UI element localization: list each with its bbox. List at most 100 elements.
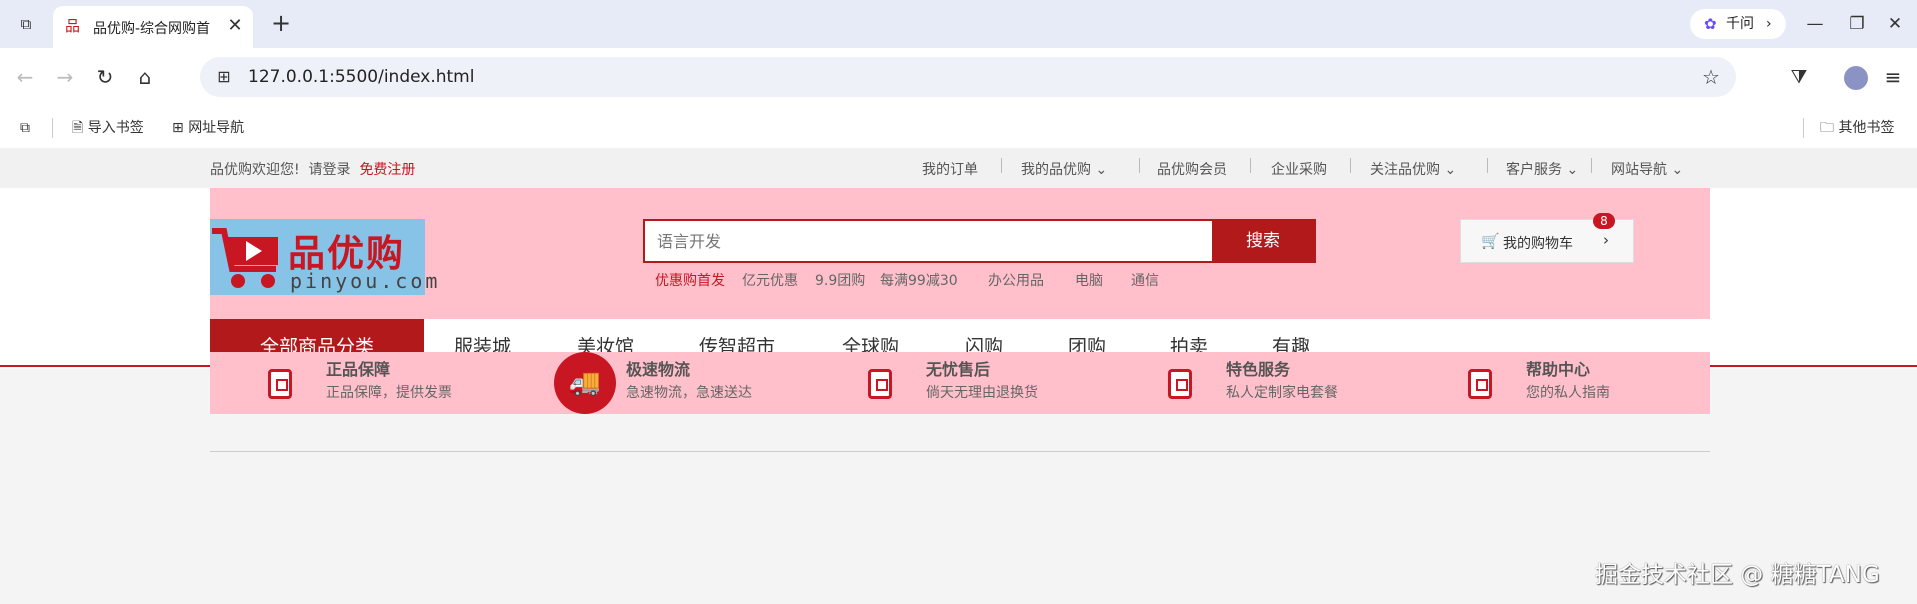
tab-title: 品优购-综合网购首 xyxy=(93,21,211,37)
service-desc: 您的私人指南 xyxy=(1526,385,1610,401)
search-box: 搜索 xyxy=(643,219,1316,263)
service-item[interactable]: 🚚 极速物流 急速物流，急速送达 xyxy=(510,352,810,414)
cart-icon: 🛒 xyxy=(1481,232,1500,250)
chevron-down-icon: ⌄ xyxy=(1095,162,1108,178)
bookmark-other[interactable]: 🗀 其他书签 xyxy=(1820,118,1894,138)
assistant-icon: ✿ xyxy=(1704,15,1717,33)
service-title: 极速物流 xyxy=(626,360,691,379)
assistant-button[interactable]: ✿ 千问 › xyxy=(1690,9,1786,39)
search-input[interactable] xyxy=(645,221,1212,261)
shortcut-site-nav-label: 网站导航 xyxy=(1611,162,1667,178)
tab-close-icon[interactable]: ✕ xyxy=(225,15,245,37)
hotword[interactable]: 优惠购首发 xyxy=(655,270,725,290)
bookmarks-bar: ⧉ 🗎 导入书签 ⊞ 网址导航 🗀 其他书签 xyxy=(0,106,1917,148)
shortcut-separator xyxy=(1001,158,1002,173)
search-button[interactable]: 搜索 xyxy=(1212,221,1314,261)
cart-count-badge: 8 xyxy=(1593,213,1615,229)
profile-avatar[interactable] xyxy=(1844,66,1868,90)
shortcut-enterprise[interactable]: 企业采购 xyxy=(1271,159,1327,179)
help-center-icon xyxy=(1468,369,1492,399)
minimize-button[interactable]: — xyxy=(1800,10,1830,38)
shortcut-separator xyxy=(1250,158,1251,173)
restore-button[interactable]: ❐ xyxy=(1842,10,1872,38)
bookmark-import-label: 导入书签 xyxy=(87,120,144,136)
grid-icon: ⊞ xyxy=(172,120,184,136)
site-header: 品优购 pinyou.com 搜索 优惠购首发 亿元优惠 9.9团购 每满99减… xyxy=(210,188,1710,319)
service-desc: 正品保障，提供发票 xyxy=(326,385,452,401)
bookmark-nav[interactable]: ⊞ 网址导航 xyxy=(172,118,244,138)
hotword[interactable]: 9.9团购 xyxy=(815,270,865,290)
shortcut-customer-service-label: 客户服务 xyxy=(1506,162,1562,178)
bookmark-star-icon[interactable]: ☆ xyxy=(1698,64,1724,90)
shopping-cart-button[interactable]: 🛒 我的购物车 › 8 xyxy=(1460,213,1634,263)
delivery-truck-icon: 🚚 xyxy=(554,352,616,414)
service-item[interactable]: 特色服务 私人定制家电套餐 xyxy=(1110,352,1410,414)
register-link[interactable]: 免费注册 xyxy=(359,162,415,178)
site-info-icon[interactable]: ⊞ xyxy=(212,65,236,89)
welcome-text: 品优购欢迎您! xyxy=(210,162,300,178)
hotword[interactable]: 通信 xyxy=(1131,270,1159,290)
shortcut-my-orders[interactable]: 我的订单 xyxy=(922,159,978,179)
watermark: 掘金技术社区 @ 糖糖TANG xyxy=(1595,562,1880,588)
close-window-button[interactable]: ✕ xyxy=(1880,10,1910,38)
browser-tab-bar: ⧉ 品 品优购-综合网购首 ✕ + ✿ 千问 › — ❐ ✕ xyxy=(0,0,1917,48)
service-bar: 正品保障 正品保障，提供发票 🚚 极速物流 急速物流，急速送达 无忧售后 倘天无… xyxy=(210,352,1710,414)
shortcut-separator xyxy=(1139,158,1140,173)
service-item[interactable]: 正品保障 正品保障，提供发票 xyxy=(210,352,510,414)
hotword[interactable]: 每满99减30 xyxy=(880,270,958,290)
logo-domain: pinyou.com xyxy=(290,269,441,293)
shortcut-site-nav[interactable]: 网站导航 ⌄ xyxy=(1611,159,1683,179)
login-link[interactable]: 请登录 xyxy=(309,162,351,178)
cart-label: 我的购物车 xyxy=(1503,236,1573,252)
service-desc: 倘天无理由退换货 xyxy=(926,385,1038,401)
tab-groups-icon[interactable]: ⧉ xyxy=(20,118,30,138)
after-sales-icon xyxy=(868,369,892,399)
reload-icon[interactable]: ↻ xyxy=(90,62,120,92)
assistant-label: 千问 xyxy=(1726,16,1754,32)
shortcut-my-pinyougou[interactable]: 我的品优购 ⌄ xyxy=(1021,159,1107,179)
tab-search-icon[interactable]: ⧉ xyxy=(12,12,40,36)
chevron-down-icon: ⌄ xyxy=(1444,162,1457,178)
shortcut-separator xyxy=(1350,158,1351,173)
forward-arrow-icon[interactable]: → xyxy=(50,62,80,92)
service-title: 无忧售后 xyxy=(926,360,991,379)
menu-icon[interactable]: ≡ xyxy=(1878,62,1908,92)
shortcut-membership[interactable]: 品优购会员 xyxy=(1157,159,1227,179)
address-field[interactable]: ⊞ 127.0.0.1:5500/index.html ☆ xyxy=(200,57,1736,97)
back-arrow-icon[interactable]: ← xyxy=(10,62,40,92)
service-item[interactable]: 无忧售后 倘天无理由退换货 xyxy=(810,352,1110,414)
home-icon[interactable]: ⌂ xyxy=(130,62,160,92)
chevron-right-icon: › xyxy=(1766,16,1772,32)
chevron-down-icon: ⌄ xyxy=(1566,162,1579,178)
shortcut-follow-label: 关注品优购 xyxy=(1370,162,1440,178)
cart-logo-icon xyxy=(212,228,278,288)
chevron-down-icon: ⌄ xyxy=(1671,162,1684,178)
chevron-right-icon: › xyxy=(1603,231,1609,249)
shortcut-separator xyxy=(1591,158,1592,173)
new-tab-button[interactable]: + xyxy=(268,10,294,36)
service-title: 正品保障 xyxy=(326,360,391,379)
shortcut-separator xyxy=(1487,158,1488,173)
web-page: 品优购欢迎您! 请登录 免费注册 我的订单 我的品优购 ⌄ 品优购会员 企业采购… xyxy=(0,148,1917,604)
service-item[interactable]: 帮助中心 您的私人指南 xyxy=(1410,352,1710,414)
hotword[interactable]: 亿元优惠 xyxy=(742,270,798,290)
tab-favicon-icon: 品 xyxy=(65,17,81,35)
bookmark-import[interactable]: 🗎 导入书签 xyxy=(72,118,144,138)
bookmark-nav-label: 网址导航 xyxy=(188,120,245,136)
welcome-area: 品优购欢迎您! 请登录 免费注册 xyxy=(210,159,415,179)
browser-tab[interactable]: 品 品优购-综合网购首 ✕ xyxy=(53,6,253,48)
extensions-icon[interactable]: ⧩ xyxy=(1784,62,1814,92)
service-desc: 急速物流，急速送达 xyxy=(626,385,752,401)
site-logo[interactable]: 品优购 pinyou.com xyxy=(210,219,437,295)
shortcut-bar: 品优购欢迎您! 请登录 免费注册 我的订单 我的品优购 ⌄ 品优购会员 企业采购… xyxy=(0,148,1917,188)
address-toolbar: ← → ↻ ⌂ ⊞ 127.0.0.1:5500/index.html ☆ ⧩ … xyxy=(0,48,1917,106)
service-title: 特色服务 xyxy=(1226,360,1291,379)
import-icon: 🗎 xyxy=(72,120,84,136)
service-title: 帮助中心 xyxy=(1526,360,1591,379)
hotword[interactable]: 办公用品 xyxy=(988,270,1044,290)
url-text[interactable]: 127.0.0.1:5500/index.html xyxy=(248,67,474,87)
shortcut-my-pinyougou-label: 我的品优购 xyxy=(1021,162,1091,178)
hotword[interactable]: 电脑 xyxy=(1075,270,1103,290)
shortcut-customer-service[interactable]: 客户服务 ⌄ xyxy=(1506,159,1578,179)
shortcut-follow[interactable]: 关注品优购 ⌄ xyxy=(1370,159,1456,179)
